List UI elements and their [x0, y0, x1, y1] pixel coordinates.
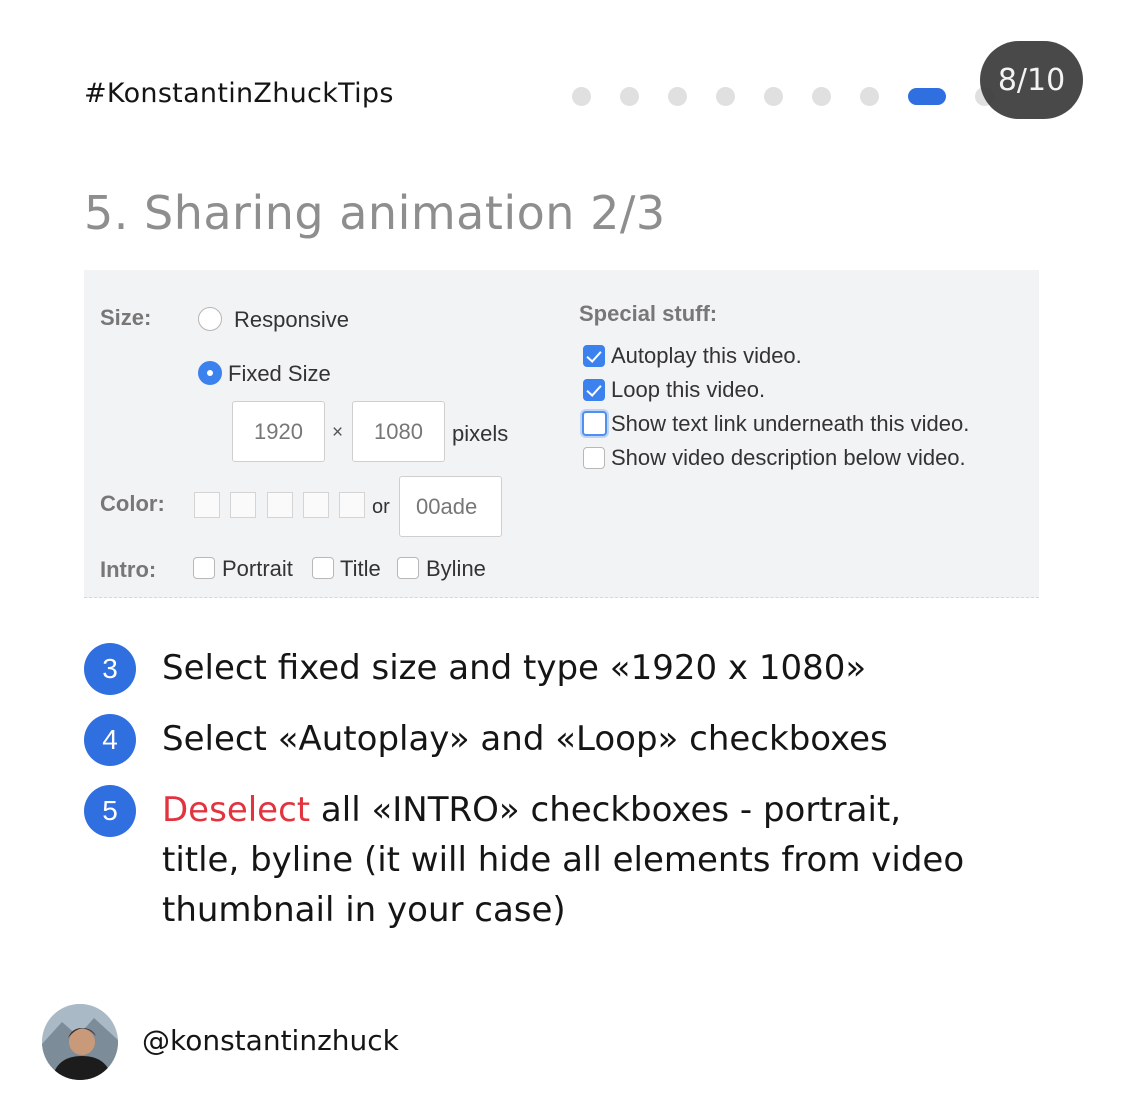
step-text: Select «Autoplay» and «Loop» checkboxes: [162, 719, 888, 759]
color-swatch[interactable]: [303, 492, 329, 518]
embed-settings-panel: Size: Responsive Fixed Size 1920 × 1080 …: [84, 270, 1039, 598]
step-text-line-1: all «INTRO» checkboxes - portrait,: [310, 790, 902, 830]
color-hex-input[interactable]: 00ade: [399, 476, 502, 537]
width-input[interactable]: 1920: [232, 401, 325, 462]
autoplay-checkbox[interactable]: [583, 345, 605, 367]
loop-checkbox[interactable]: [583, 379, 605, 401]
loop-label: Loop this video.: [611, 377, 766, 402]
slide-pagination: [572, 86, 1023, 106]
hashtag-title: #KonstantinZhuckTips: [84, 78, 394, 109]
step-number-badge: 4: [84, 714, 136, 766]
step-text-line-3: thumbnail in your case): [162, 890, 566, 930]
deselect-highlight: Deselect: [162, 790, 311, 830]
author-avatar: [42, 1004, 118, 1080]
pagination-dot[interactable]: [620, 86, 639, 106]
special-stuff-label: Special stuff:: [579, 301, 718, 326]
responsive-radio[interactable]: [198, 307, 222, 331]
pagination-dot[interactable]: [572, 86, 591, 106]
color-swatch[interactable]: [339, 492, 365, 518]
pagination-dot[interactable]: [860, 86, 879, 106]
intro-label: Intro:: [100, 557, 157, 582]
step-text-line-2: title, byline (it will hide all elements…: [162, 840, 965, 880]
intro-byline-checkbox[interactable]: [397, 557, 419, 579]
slide-counter-badge: 8/10: [980, 41, 1083, 119]
intro-portrait-checkbox[interactable]: [193, 557, 215, 579]
pagination-dot-active[interactable]: [908, 87, 946, 105]
text-link-label: Show text link underneath this video.: [611, 411, 970, 436]
pagination-dot[interactable]: [716, 86, 735, 106]
autoplay-label: Autoplay this video.: [611, 343, 802, 368]
slide-title: 5. Sharing animation 2/3: [84, 186, 666, 240]
intro-title-label: Title: [340, 556, 381, 581]
color-swatch[interactable]: [194, 492, 220, 518]
text-link-checkbox[interactable]: [582, 411, 607, 436]
responsive-radio-label: Responsive: [234, 307, 349, 332]
description-checkbox[interactable]: [583, 447, 605, 469]
color-label: Color:: [100, 491, 165, 516]
step-number-badge: 5: [84, 785, 136, 837]
intro-title-checkbox[interactable]: [312, 557, 334, 579]
size-label: Size:: [100, 305, 152, 330]
pagination-dot[interactable]: [764, 86, 783, 106]
color-swatch[interactable]: [230, 492, 256, 518]
step-number-badge: 3: [84, 643, 136, 695]
intro-byline-label: Byline: [426, 556, 486, 581]
description-label: Show video description below video.: [611, 445, 966, 470]
times-sign: ×: [332, 422, 344, 443]
or-label: or: [372, 496, 390, 518]
color-swatch[interactable]: [267, 492, 293, 518]
fixed-size-radio[interactable]: [198, 361, 222, 385]
fixed-size-radio-label: Fixed Size: [228, 361, 331, 386]
pagination-dot[interactable]: [668, 86, 687, 106]
pagination-dot[interactable]: [812, 86, 831, 106]
author-handle: @konstantinzhuck: [142, 1024, 399, 1057]
intro-portrait-label: Portrait: [222, 556, 293, 581]
step-text: Select fixed size and type «1920 x 1080»: [162, 648, 867, 688]
pixels-label: pixels: [452, 421, 509, 446]
avatar-photo-icon: [42, 1004, 118, 1080]
height-input[interactable]: 1080: [352, 401, 445, 462]
step-text: Deselect all «INTRO» checkboxes - portra…: [162, 785, 964, 935]
